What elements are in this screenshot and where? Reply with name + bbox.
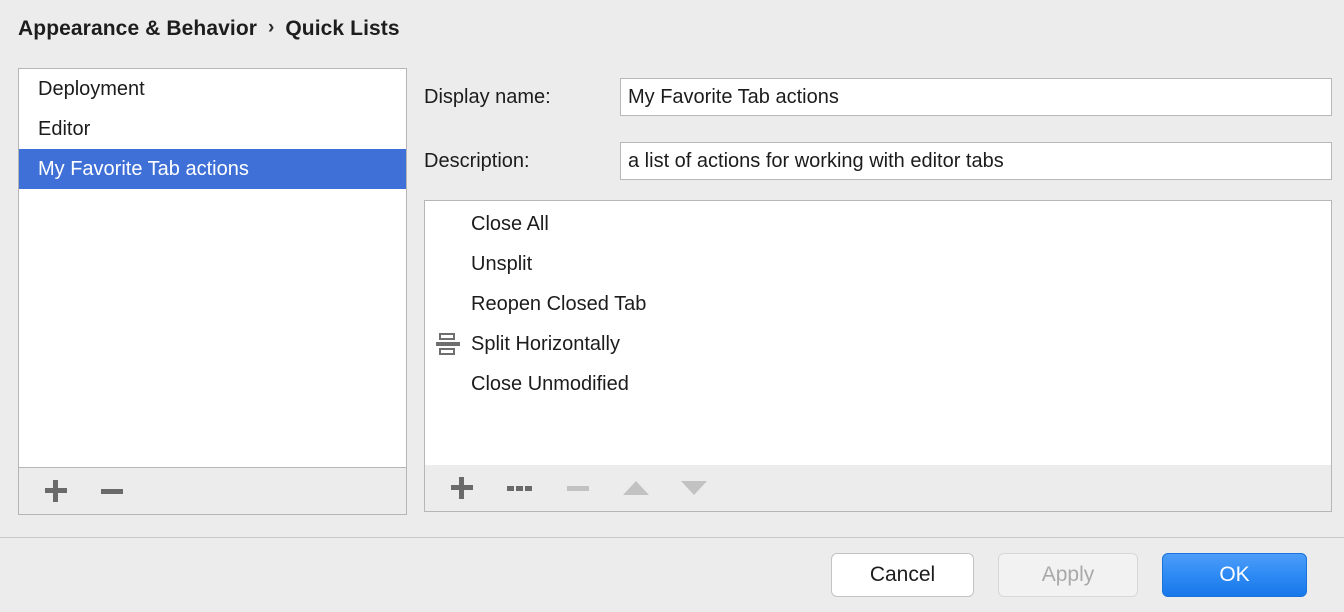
cancel-button[interactable]: Cancel — [831, 553, 974, 597]
list-item-selected[interactable]: My Favorite Tab actions — [19, 149, 406, 189]
actions-toolbar — [424, 465, 1332, 512]
actions-listbox[interactable]: Close All Unsplit Reopen Closed Tab Spli… — [424, 200, 1332, 466]
display-name-row: Display name: — [424, 78, 1332, 116]
remove-quick-list-button[interactable] — [97, 476, 127, 506]
list-item-label: Editor — [38, 117, 91, 140]
action-item[interactable]: Unsplit — [425, 244, 1331, 284]
arrow-up-icon — [623, 481, 649, 495]
description-row: Description: — [424, 142, 1332, 180]
list-item[interactable]: Deployment — [19, 69, 406, 109]
add-action-button[interactable] — [447, 473, 477, 503]
action-item-label: Close All — [471, 212, 549, 235]
description-input[interactable] — [620, 142, 1332, 180]
list-item-label: Deployment — [38, 77, 145, 100]
minus-icon — [101, 488, 123, 494]
separator-icon — [507, 485, 533, 491]
action-item[interactable]: Close Unmodified — [425, 364, 1331, 404]
move-up-button[interactable] — [621, 473, 651, 503]
quick-lists-toolbar — [18, 468, 407, 515]
dialog-button-bar: Cancel Apply OK — [0, 538, 1344, 612]
add-quick-list-button[interactable] — [41, 476, 71, 506]
quick-lists-listbox[interactable]: Deployment Editor My Favorite Tab action… — [18, 68, 407, 468]
action-item-label: Unsplit — [471, 252, 533, 275]
minus-icon — [567, 485, 589, 491]
action-item[interactable]: Reopen Closed Tab — [425, 284, 1331, 324]
action-item-label: Close Unmodified — [471, 372, 629, 395]
action-item[interactable]: Split Horizontally — [425, 324, 1331, 364]
action-icon-slot — [425, 332, 471, 356]
move-down-button[interactable] — [679, 473, 709, 503]
remove-action-button[interactable] — [563, 473, 593, 503]
list-item-label: My Favorite Tab actions — [38, 157, 249, 180]
arrow-down-icon — [681, 481, 707, 495]
action-item[interactable]: Close All — [425, 204, 1331, 244]
plus-icon — [45, 480, 67, 502]
action-item-label: Split Horizontally — [471, 332, 620, 355]
breadcrumb: Appearance & Behavior › Quick Lists — [18, 12, 400, 46]
breadcrumb-current: Quick Lists — [285, 17, 400, 40]
display-name-input[interactable] — [620, 78, 1332, 116]
description-label: Description: — [424, 149, 530, 172]
add-separator-button[interactable] — [505, 473, 535, 503]
split-horizontally-icon — [436, 332, 460, 356]
quick-list-details-panel: Display name: Description: Close All Uns… — [424, 68, 1332, 515]
breadcrumb-parent[interactable]: Appearance & Behavior — [18, 17, 257, 41]
list-item[interactable]: Editor — [19, 109, 406, 149]
quick-lists-panel: Deployment Editor My Favorite Tab action… — [18, 68, 407, 515]
apply-button[interactable]: Apply — [998, 553, 1138, 597]
plus-icon — [451, 477, 473, 499]
display-name-label: Display name: — [424, 85, 551, 108]
chevron-right-icon: › — [268, 17, 275, 38]
ok-button[interactable]: OK — [1162, 553, 1307, 597]
action-item-label: Reopen Closed Tab — [471, 292, 647, 315]
